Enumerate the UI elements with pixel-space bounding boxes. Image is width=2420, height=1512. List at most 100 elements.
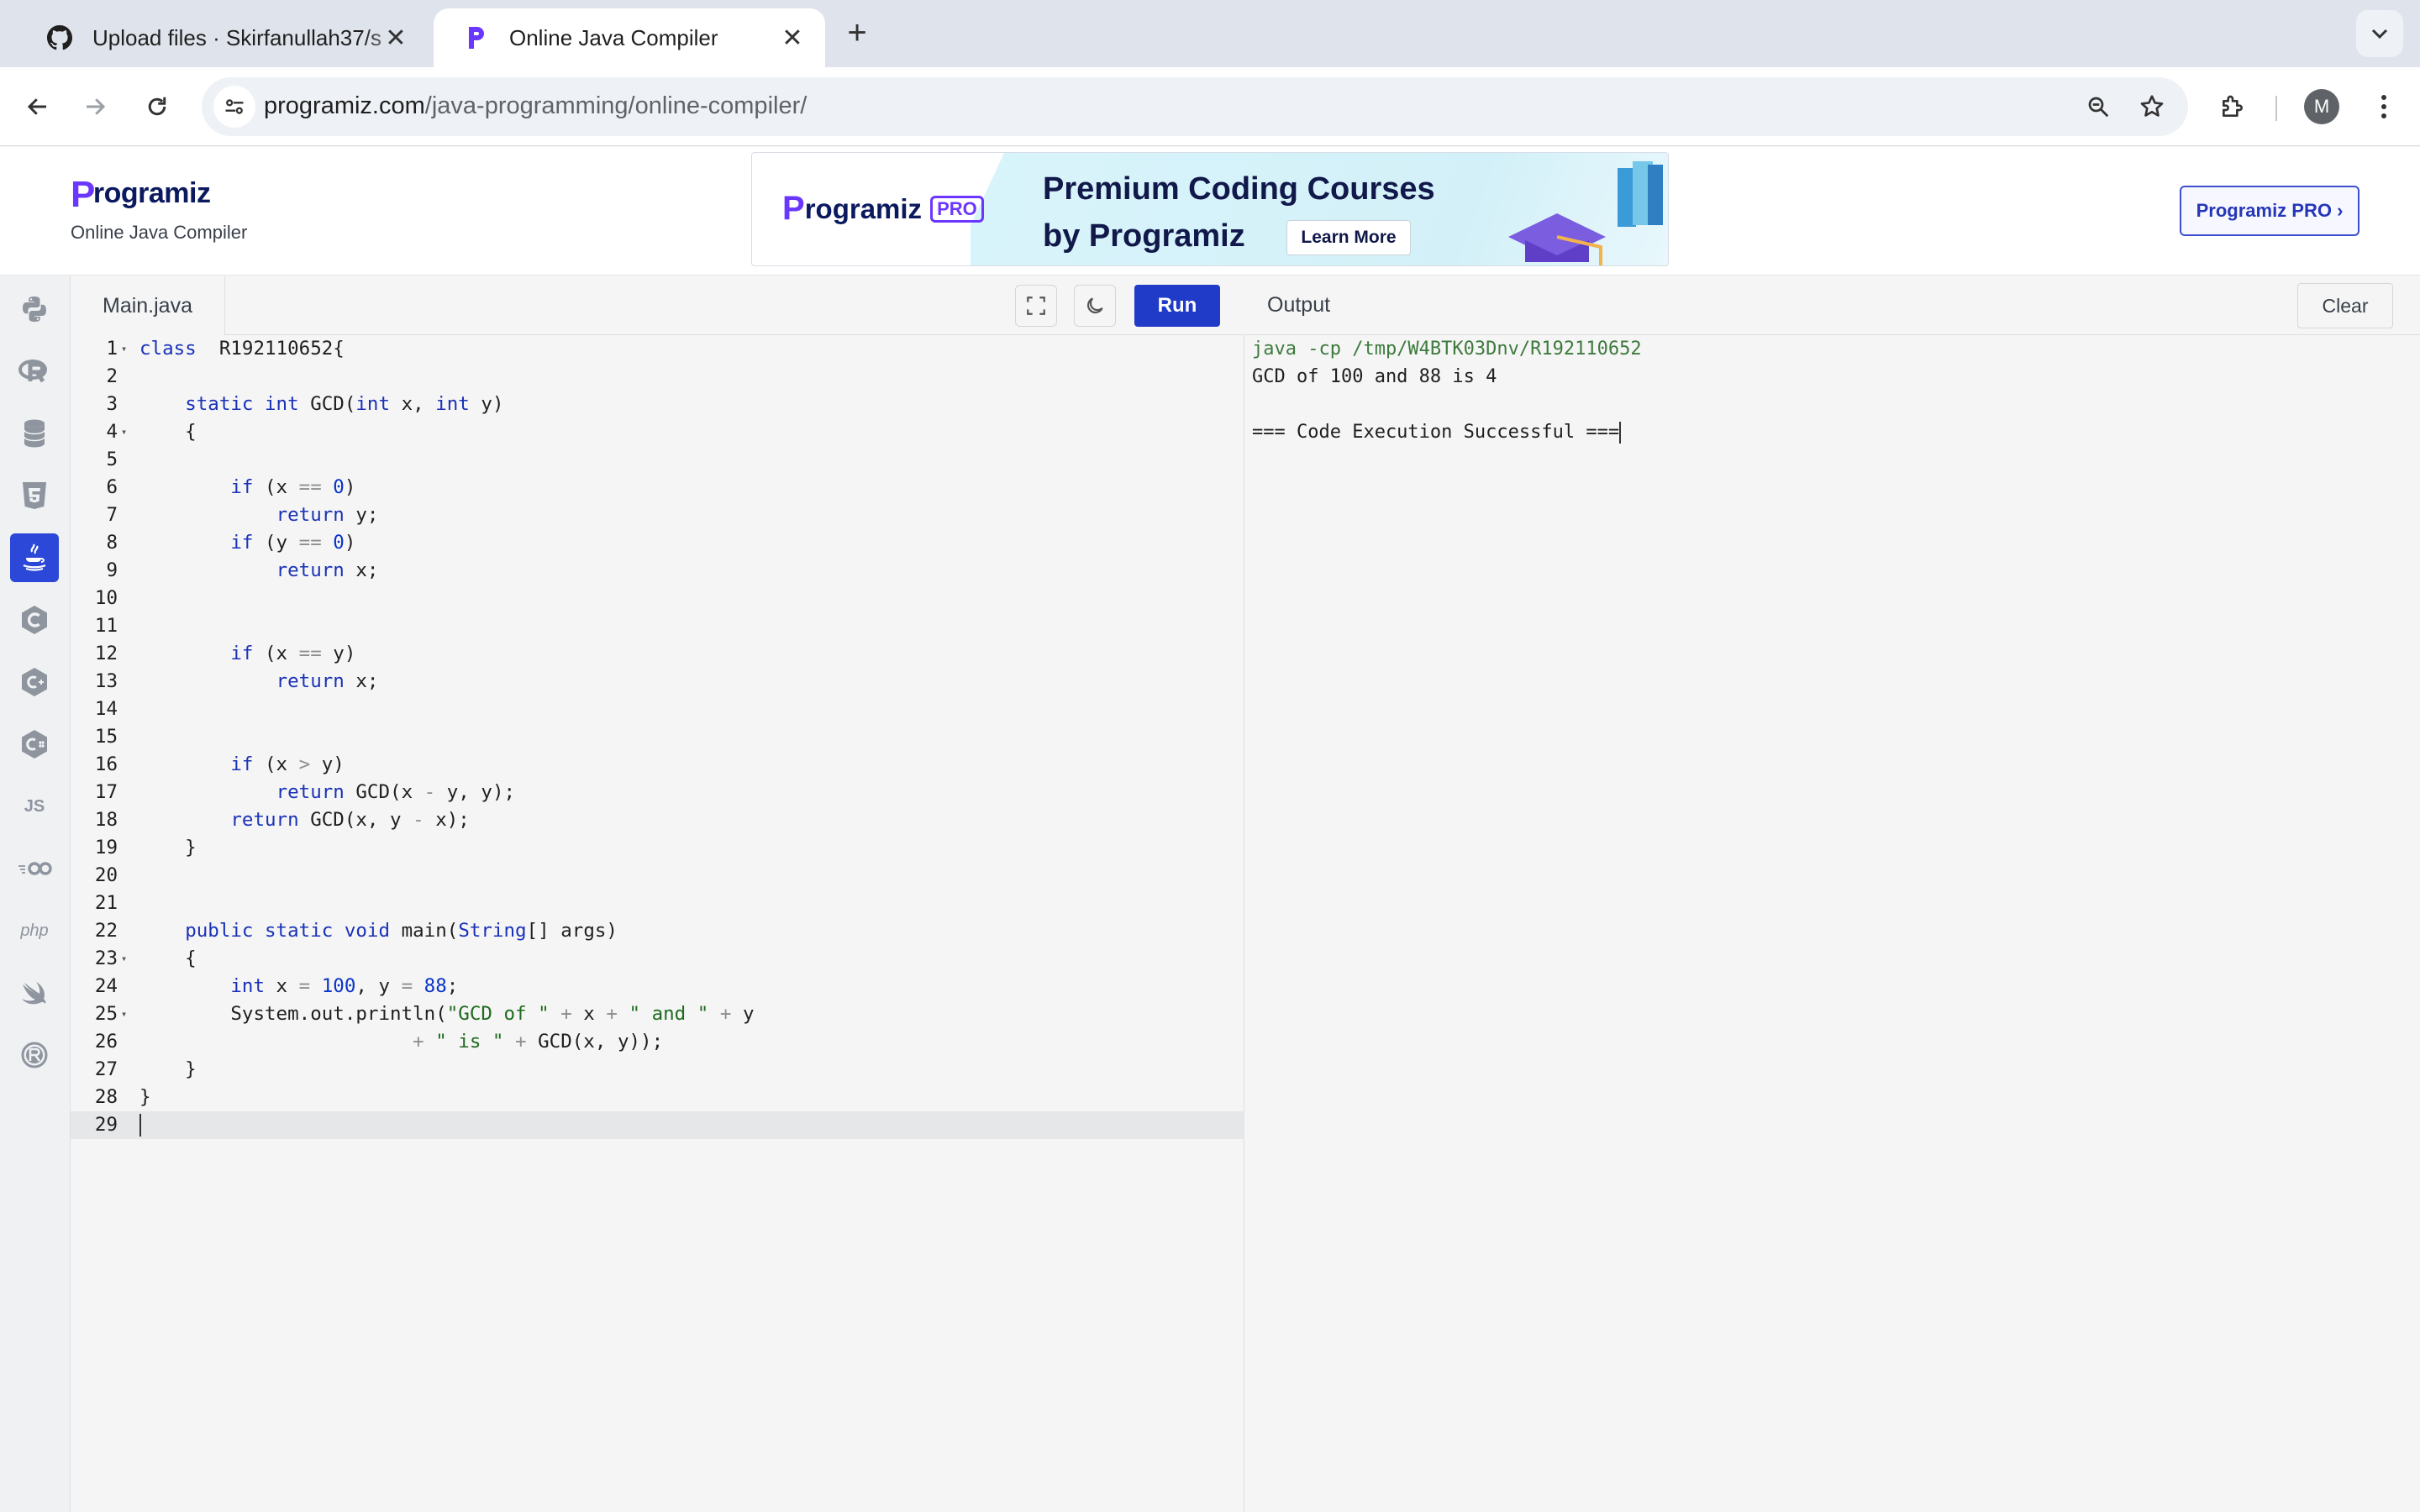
rust-icon[interactable] xyxy=(10,1031,59,1079)
code-line[interactable]: 2 xyxy=(71,363,1244,391)
site-info-icon[interactable] xyxy=(213,86,255,128)
banner-logo-letter: P xyxy=(782,190,805,227)
browser-tab-github[interactable]: Upload files · Skirfanullah37/s ✕ xyxy=(17,8,429,67)
line-number: 22 xyxy=(94,920,118,942)
javascript-icon[interactable]: JS xyxy=(10,782,59,831)
code-line[interactable]: 23 ▾ { xyxy=(71,945,1244,973)
promo-banner[interactable]: Programiz PRO Premium Coding Courses by … xyxy=(751,152,1669,266)
learn-more-button[interactable]: Learn More xyxy=(1286,220,1411,255)
fold-caret-icon[interactable]: ▾ xyxy=(121,1000,127,1028)
code-line[interactable]: 6 if (x == 0) xyxy=(71,474,1244,501)
programiz-pro-button[interactable]: Programiz PRO › xyxy=(2180,186,2360,236)
code-line[interactable]: 28} xyxy=(71,1084,1244,1111)
code-line[interactable]: 16 if (x > y) xyxy=(71,751,1244,779)
line-number: 20 xyxy=(94,864,118,886)
extensions-puzzle-icon[interactable] xyxy=(2212,86,2254,128)
code-area[interactable]: 1 ▾ class R192110652{2 3 static int GCD(int… xyxy=(71,335,1244,1139)
language-sidebar: JS php xyxy=(0,276,71,1512)
code-line[interactable]: 13 return x; xyxy=(71,668,1244,696)
zoom-icon[interactable] xyxy=(2079,87,2118,126)
line-number: 23 xyxy=(94,948,118,969)
code-line[interactable]: 22 public static void main(String[] args… xyxy=(71,917,1244,945)
new-tab-button[interactable]: + xyxy=(840,16,874,50)
forward-button[interactable] xyxy=(74,86,116,128)
line-number: 28 xyxy=(94,1086,118,1108)
back-button[interactable] xyxy=(17,86,59,128)
close-tab-icon[interactable]: ✕ xyxy=(381,24,410,52)
code-line[interactable]: 19 } xyxy=(71,834,1244,862)
run-button[interactable]: Run xyxy=(1134,285,1220,327)
clear-button[interactable]: Clear xyxy=(2297,283,2393,328)
code-line[interactable]: 4 ▾ { xyxy=(71,418,1244,446)
php-icon[interactable]: php xyxy=(10,906,59,955)
c-icon[interactable] xyxy=(10,596,59,644)
code-text: if (x > y) xyxy=(230,753,345,775)
code-line[interactable]: 21 xyxy=(71,890,1244,917)
code-line[interactable]: 14 xyxy=(71,696,1244,723)
code-line[interactable]: 25 ▾ System.out.println("GCD of " + x + "… xyxy=(71,1000,1244,1028)
cpp-icon[interactable] xyxy=(10,658,59,706)
url-text[interactable]: programiz.com/java-programming/online-co… xyxy=(264,92,807,120)
code-text: if (x == 0) xyxy=(230,476,356,498)
file-tab-main-java[interactable]: Main.java xyxy=(71,276,225,335)
address-bar[interactable]: programiz.com/java-programming/online-co… xyxy=(202,77,2188,136)
html5-icon[interactable] xyxy=(10,471,59,520)
banner-logo-text: rogramiz xyxy=(804,192,923,224)
code-line[interactable]: 10 xyxy=(71,585,1244,612)
url-host: programiz.com xyxy=(264,92,425,119)
code-line[interactable]: 29 xyxy=(71,1111,1244,1139)
output-console[interactable]: java -cp /tmp/W4BTK03Dnv/R192110652 GCD o… xyxy=(1252,335,1642,446)
java-icon[interactable] xyxy=(10,533,59,582)
code-line[interactable]: 17 return GCD(x - y, y); xyxy=(71,779,1244,806)
code-line[interactable]: 11 xyxy=(71,612,1244,640)
tab-search-button[interactable] xyxy=(2356,10,2403,57)
code-line[interactable]: 18 return GCD(x, y - x); xyxy=(71,806,1244,834)
python-icon[interactable] xyxy=(10,285,59,333)
line-number: 3 xyxy=(106,393,118,415)
code-line[interactable]: 24 int x = 100, y = 88; xyxy=(71,973,1244,1000)
code-line[interactable]: 20 xyxy=(71,862,1244,890)
code-text: } xyxy=(139,1058,197,1080)
code-line[interactable]: 7 return y; xyxy=(71,501,1244,529)
programiz-logo[interactable]: Programiz xyxy=(71,176,211,213)
tab-title: Online Java Compiler xyxy=(509,24,718,50)
browser-tab-compiler[interactable]: Online Java Compiler ✕ xyxy=(434,8,825,67)
code-line[interactable]: 3 static int GCD(int x, int y) xyxy=(71,391,1244,418)
go-icon[interactable] xyxy=(10,844,59,893)
line-number: 18 xyxy=(94,809,118,831)
csharp-icon[interactable] xyxy=(10,720,59,769)
sql-icon[interactable] xyxy=(10,409,59,458)
code-text: { xyxy=(139,948,197,969)
code-line[interactable]: 27 } xyxy=(71,1056,1244,1084)
fold-caret-icon[interactable]: ▾ xyxy=(121,335,127,363)
banner-logo: Programiz PRO xyxy=(782,190,984,228)
code-editor-panel: Main.java Run 1 ▾ class R192110652{2 3 stat… xyxy=(71,276,1244,1512)
reload-button[interactable] xyxy=(136,86,178,128)
code-line[interactable]: 12 if (x == y) xyxy=(71,640,1244,668)
fold-caret-icon[interactable]: ▾ xyxy=(121,945,127,973)
profile-avatar[interactable]: M xyxy=(2304,89,2339,124)
code-line[interactable]: 26 + " is " + GCD(x, y)); xyxy=(71,1028,1244,1056)
editor-toolbar: Main.java Run xyxy=(71,276,1244,335)
code-line[interactable]: 15 xyxy=(71,723,1244,751)
more-menu-icon[interactable] xyxy=(2363,86,2405,128)
fullscreen-button[interactable] xyxy=(1015,285,1057,327)
code-line[interactable]: 9 return x; xyxy=(71,557,1244,585)
code-text: if (y == 0) xyxy=(230,532,356,554)
fold-caret-icon[interactable]: ▾ xyxy=(121,418,127,446)
code-line[interactable]: 1 ▾ class R192110652{ xyxy=(71,335,1244,363)
code-line[interactable]: 8 if (y == 0) xyxy=(71,529,1244,557)
r-icon[interactable] xyxy=(10,347,59,396)
graduation-cap-books-icon xyxy=(1508,161,1663,265)
swift-icon[interactable] xyxy=(10,969,59,1017)
toolbar-divider xyxy=(2275,96,2277,121)
line-number: 17 xyxy=(94,781,118,803)
close-tab-icon[interactable]: ✕ xyxy=(778,24,807,52)
code-line[interactable]: 5 xyxy=(71,446,1244,474)
arrow-left-icon xyxy=(27,98,46,115)
fullscreen-icon xyxy=(1027,297,1045,315)
dark-mode-toggle[interactable] xyxy=(1074,285,1116,327)
logo-text: rogramiz xyxy=(92,177,211,209)
bookmark-star-icon[interactable] xyxy=(2133,87,2171,126)
code-text: class R192110652{ xyxy=(139,338,345,360)
